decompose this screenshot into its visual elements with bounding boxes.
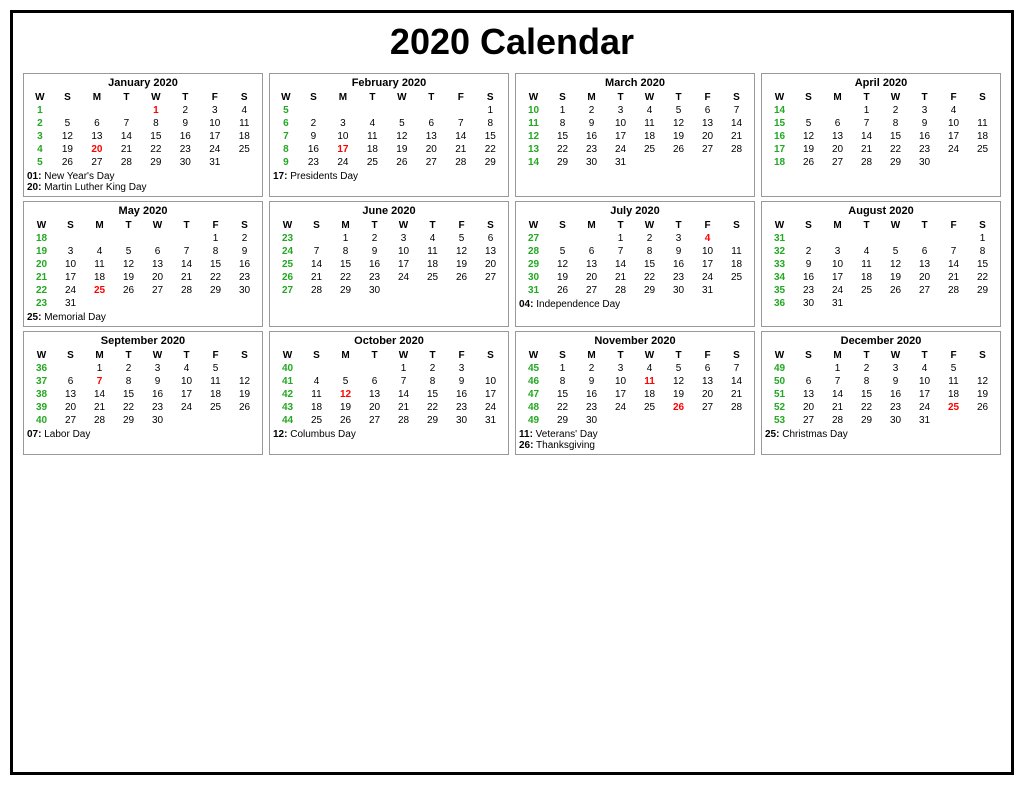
month-block: October 2020 WSMTWTFS40123414567891042111… xyxy=(269,331,509,455)
month-title: March 2020 xyxy=(519,77,751,89)
calendar-table: WSMTWTFS10123456711891011121314121516171… xyxy=(519,91,751,169)
month-title: February 2020 xyxy=(273,77,505,89)
calendar-container: January 2020 WSMTWTFS11234256789101131213… xyxy=(23,73,1001,455)
month-block: December 2020 WSMTWTFS4912345506789101112… xyxy=(761,331,1001,455)
holiday-notes: 04: Independence Day xyxy=(519,299,751,310)
holiday-note: 26: Thanksgiving xyxy=(519,440,751,451)
calendar-table: WSMTWTFS45123456746891011121314471516171… xyxy=(519,349,751,427)
month-block: August 2020 WSMTWTFS311322345678339101112… xyxy=(761,201,1001,327)
month-block: September 2020 WSMTWTFS361234537678910111… xyxy=(23,331,263,455)
month-title: July 2020 xyxy=(519,205,751,217)
calendar-table: WSMTWTFS49123455067891011125113141516171… xyxy=(765,349,997,427)
holiday-note: 11: Veterans' Day xyxy=(519,429,751,440)
month-title: June 2020 xyxy=(273,205,505,217)
holiday-notes: 11: Veterans' Day26: Thanksgiving xyxy=(519,429,751,451)
holiday-notes: 07: Labor Day xyxy=(27,429,259,440)
month-block: June 2020 WSMTWTFS23123456247891011121325… xyxy=(269,201,509,327)
calendar-table: WSMTWTFS23123456247891011121325141516171… xyxy=(273,219,505,297)
holiday-note: 01: New Year's Day xyxy=(27,171,259,182)
calendar-table: WSMTWTFS36123453767891011123813141516171… xyxy=(27,349,259,427)
month-title: September 2020 xyxy=(27,335,259,347)
holiday-notes: 12: Columbus Day xyxy=(273,429,505,440)
month-block: July 2020 WSMTWTFS27123428567891011291213… xyxy=(515,201,755,327)
month-block: April 2020 WSMTWTFS1412341556789101116121… xyxy=(761,73,1001,197)
month-title: May 2020 xyxy=(27,205,259,217)
calendar-table: WSMTWTFS14123415567891011161213141516171… xyxy=(765,91,997,169)
month-block: January 2020 WSMTWTFS11234256789101131213… xyxy=(23,73,263,197)
month-block: February 2020 WSMTWTFS5162345678791011121… xyxy=(269,73,509,197)
holiday-notes: 25: Christmas Day xyxy=(765,429,997,440)
month-title: October 2020 xyxy=(273,335,505,347)
month-title: April 2020 xyxy=(765,77,997,89)
holiday-note: 04: Independence Day xyxy=(519,299,751,310)
holiday-notes: 17: Presidents Day xyxy=(273,171,505,182)
holiday-note: 25: Christmas Day xyxy=(765,429,997,440)
month-title: November 2020 xyxy=(519,335,751,347)
month-block: March 2020 WSMTWTFS1012345671189101112131… xyxy=(515,73,755,197)
calendar-table: WSMTWTFS40123414567891042111213141516174… xyxy=(273,349,505,427)
month-title: December 2020 xyxy=(765,335,997,347)
holiday-notes: 01: New Year's Day20: Martin Luther King… xyxy=(27,171,259,193)
calendar-table: WSMTWTFS11234256789101131213141516171841… xyxy=(27,91,259,169)
holiday-note: 12: Columbus Day xyxy=(273,429,505,440)
page-wrapper: 2020 Calendar January 2020 WSMTWTFS112342… xyxy=(10,10,1014,775)
holiday-notes: 25: Memorial Day xyxy=(27,312,259,323)
month-block: November 2020 WSMTWTFS4512345674689101112… xyxy=(515,331,755,455)
month-title: January 2020 xyxy=(27,77,259,89)
calendar-table: WSMTWTFS18121934567892010111213141516211… xyxy=(27,219,259,310)
holiday-note: 25: Memorial Day xyxy=(27,312,259,323)
holiday-note: 07: Labor Day xyxy=(27,429,259,440)
month-title: August 2020 xyxy=(765,205,997,217)
page-title: 2020 Calendar xyxy=(23,21,1001,63)
holiday-note: 17: Presidents Day xyxy=(273,171,505,182)
holiday-note: 20: Martin Luther King Day xyxy=(27,182,259,193)
calendar-table: WSMTWTFS51623456787910111213141581617181… xyxy=(273,91,505,169)
calendar-table: WSMTWTFS27123428567891011291213141516171… xyxy=(519,219,751,297)
calendar-table: WSMTWTFS31132234567833910111213141534161… xyxy=(765,219,997,310)
month-block: May 2020 WSMTWTFS181219345678920101112131… xyxy=(23,201,263,327)
